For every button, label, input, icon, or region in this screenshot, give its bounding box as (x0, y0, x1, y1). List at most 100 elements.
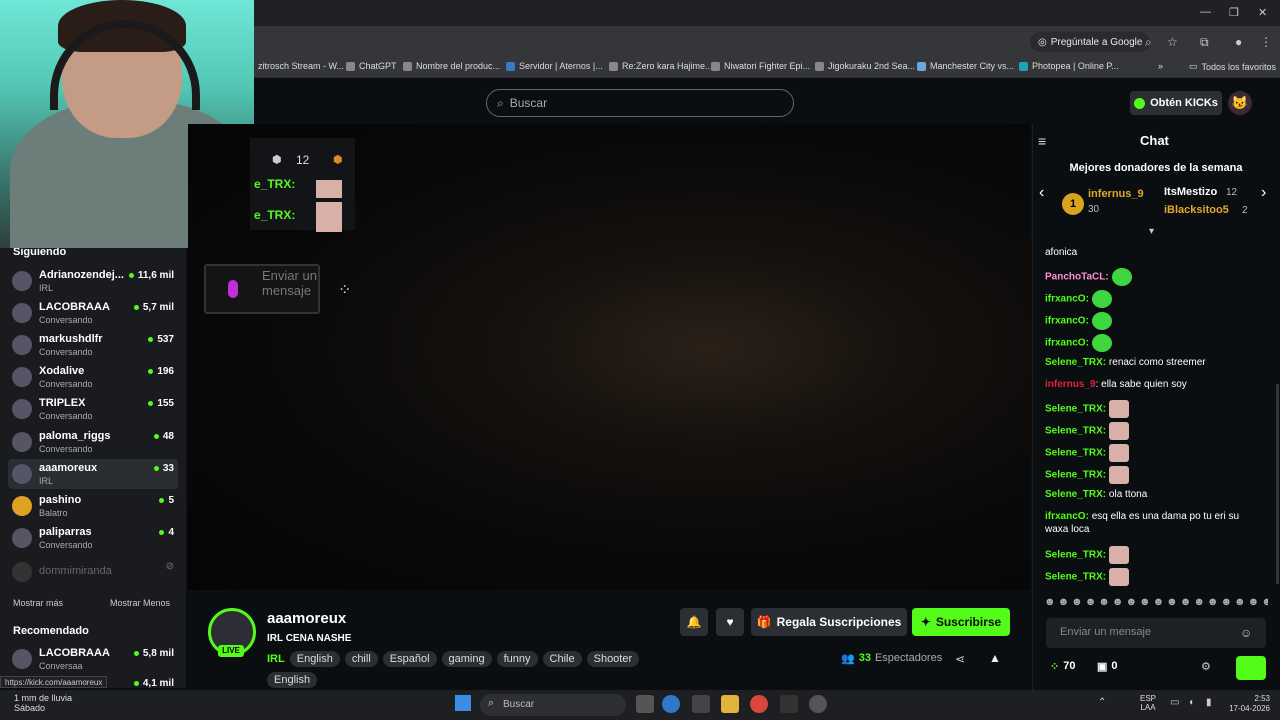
tag[interactable]: Shooter (586, 651, 640, 667)
volume-icon[interactable]: ◖ (1188, 697, 1194, 708)
channel-points[interactable]: ⁘ 70 (1050, 660, 1075, 673)
zoom-icon[interactable]: ⌕ (1145, 35, 1152, 50)
live-dot-icon (128, 273, 134, 278)
chat-message: Selene_TRX: (1045, 546, 1265, 564)
sidebar-channel[interactable]: markushdlfr Conversando 537 (8, 330, 178, 360)
app-icon[interactable] (809, 695, 827, 713)
windows-start-icon[interactable] (455, 695, 471, 711)
bookmark-item[interactable]: Jigokuraku 2nd Sea... (815, 61, 915, 71)
folder-icon: ▭ (1189, 61, 1198, 71)
emote (1108, 546, 1129, 564)
bookmark-item[interactable]: Photopea | Online P... (1019, 61, 1119, 71)
overlay-username: e_TRX: (254, 177, 296, 191)
streamer-name[interactable]: aaamoreux (267, 610, 346, 627)
chat-scrollbar[interactable] (1276, 384, 1279, 584)
profile-icon[interactable]: ● (1235, 35, 1242, 49)
emoji-icon[interactable]: ☺ (1240, 626, 1252, 640)
bookmark-item[interactable]: zitrosch Stream - W... (258, 61, 344, 71)
gift-subs-button[interactable]: 🎁 Regala Suscripciones (751, 608, 907, 636)
emote (1111, 268, 1132, 286)
taskbar-search[interactable]: Buscar (480, 694, 626, 716)
avatar (12, 496, 32, 516)
network-icon[interactable]: ▭ (1170, 697, 1179, 708)
sidebar-channel[interactable]: pashino Balatro 5 (8, 491, 178, 521)
ask-google-button[interactable]: ◎ Pregúntale a Google (1030, 32, 1151, 52)
sidebar-channel-offline[interactable]: dommimiranda ⊘ (8, 557, 178, 587)
top-donor-3: iBlacksitoo5 2 (1164, 204, 1248, 216)
follow-button[interactable]: ♥ (716, 608, 744, 636)
show-less-link[interactable]: Mostrar Menos (110, 598, 170, 608)
subscribe-button[interactable]: ✦ Suscribirse (912, 608, 1010, 636)
notification-bell-button[interactable]: 🔔 (680, 608, 708, 636)
bookmark-item[interactable]: Nombre del produc... (403, 61, 500, 71)
live-dot-icon (133, 681, 139, 686)
app-icon[interactable] (780, 695, 798, 713)
sidebar-channel[interactable]: paliparras Conversando 4 (8, 523, 178, 553)
battery-icon[interactable]: ▮ (1206, 697, 1212, 708)
sidebar-channel-active[interactable]: aaamoreux IRL 33 (8, 459, 178, 489)
chrome-icon[interactable] (750, 695, 768, 713)
redeem-button[interactable]: ▣ 0 (1097, 660, 1118, 673)
file-explorer-icon[interactable] (721, 695, 739, 713)
minimize-icon[interactable]: — (1200, 6, 1211, 18)
gift-icon: 🎁 (756, 615, 772, 629)
search-icon: ⌕ (497, 95, 504, 110)
bookmarks-overflow-icon[interactable]: » (1158, 61, 1163, 71)
chat-input[interactable]: Enviar un mensaje (1046, 618, 1266, 648)
top-donors-title: Mejores donadores de la semana (1069, 162, 1243, 174)
tag[interactable]: English (289, 651, 340, 667)
chat-send-button[interactable] (1236, 656, 1266, 680)
taskbar-clock[interactable]: 2:53 17-04-2026 (1226, 694, 1270, 714)
bookmark-item[interactable]: Re:Zero kara Hajime... (609, 61, 713, 71)
edge-icon[interactable] (662, 695, 680, 713)
tag[interactable]: Chile (542, 651, 582, 667)
category-link[interactable]: IRL (267, 651, 285, 667)
emote (1091, 290, 1112, 308)
share-icon[interactable]: ⋖ (955, 652, 965, 666)
get-kicks-button[interactable]: Obtén KICKs (1130, 91, 1222, 115)
tag[interactable]: gaming (441, 651, 492, 667)
tag[interactable]: English (267, 672, 318, 688)
google-lens-icon: ◎ (1038, 36, 1047, 48)
bookmark-item[interactable]: Niwatori Fighter Epi... (711, 61, 810, 71)
all-favorites[interactable]: ▭ Todos los favoritos (1189, 61, 1276, 72)
sidebar-recommended[interactable]: LACOBRAAA Conversaa 5,8 mil (8, 644, 178, 674)
bookmark-item[interactable]: Servidor | Aternos |... (506, 61, 603, 71)
emote-bar[interactable]: ☻☻☻☻☻☻☻☻☻☻☻☻☻☻☻☻☻☻☻☻ (1044, 596, 1268, 610)
bookmark-item[interactable]: Manchester City vs... (917, 61, 1014, 71)
user-avatar[interactable]: 😼 (1228, 91, 1252, 115)
chevron-left-icon[interactable]: ‹ (1039, 184, 1044, 202)
input-language[interactable]: ESP LAA (1140, 694, 1156, 712)
maximize-icon[interactable]: ❐ (1229, 6, 1239, 19)
app-icon[interactable] (692, 695, 710, 713)
sidebar-channel[interactable]: TRIPLEX Conversando 155 (8, 394, 178, 424)
stream-title: IRL CENA NASHE (267, 633, 352, 644)
close-icon[interactable]: ✕ (1258, 6, 1267, 19)
extensions-icon[interactable]: ⧉ (1200, 35, 1209, 50)
bookmark-item[interactable]: ChatGPT (346, 61, 397, 71)
sidebar-channel[interactable]: Adrianozendej... IRL 11,6 mil (8, 266, 178, 296)
collapse-chat-icon[interactable]: ≡ (1038, 133, 1046, 149)
settings-icon[interactable]: ⚙ (1201, 660, 1211, 673)
sidebar-channel[interactable]: paloma_riggs Conversando 48 (8, 427, 178, 457)
tray-chevron-icon[interactable]: ⌃ (1098, 697, 1106, 708)
emote (1091, 312, 1112, 330)
tag[interactable]: funny (496, 651, 538, 667)
bookmark-star-icon[interactable]: ☆ (1167, 35, 1178, 49)
chat-title: Chat (1140, 133, 1169, 148)
tag[interactable]: chill (344, 651, 378, 667)
sidebar-channel[interactable]: Xodalive Conversando 196 (8, 362, 178, 392)
sidebar-channel[interactable]: LACOBRAAA Conversando 5,7 mil (8, 298, 178, 328)
search-input[interactable]: ⌕ Buscar (486, 89, 794, 117)
chat-message: Selene_TRX: (1045, 568, 1265, 586)
weather-widget[interactable]: 1 mm de lluvia Sábado (14, 693, 72, 713)
menu-dots-icon[interactable]: ⋮ (1260, 35, 1272, 49)
emote (1108, 444, 1129, 462)
tag[interactable]: Español (382, 651, 437, 667)
chevron-right-icon[interactable]: › (1261, 184, 1266, 202)
avatar (12, 432, 32, 452)
emote (1108, 400, 1129, 418)
task-view-icon[interactable] (636, 695, 654, 713)
show-more-link[interactable]: Mostrar más (13, 598, 63, 608)
report-icon[interactable]: ▲ (989, 651, 1001, 665)
